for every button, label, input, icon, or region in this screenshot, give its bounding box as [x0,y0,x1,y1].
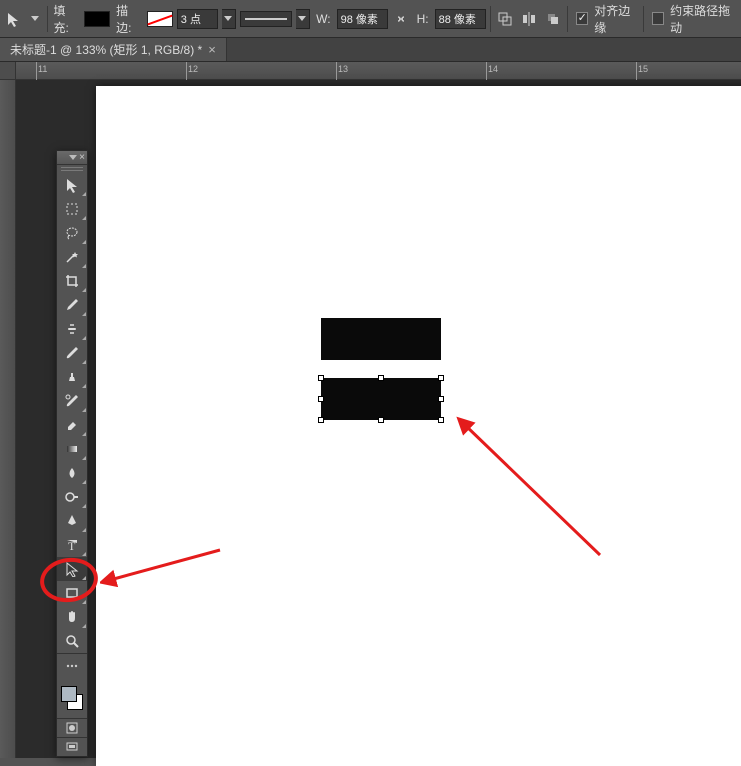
options-bar: 填充: 描边: 3 点 W: 98 像素 H: 88 像素 对齐边缘 约束路径拖… [0,0,741,38]
align-edges-checkbox-row[interactable]: 对齐边缘 [576,2,639,36]
quick-mask-icon[interactable] [57,719,87,737]
handle-top-left[interactable] [318,375,324,381]
stroke-width-dropdown[interactable] [222,9,237,29]
path-arrange-icon[interactable] [543,8,563,30]
healing-brush-tool[interactable] [57,317,87,341]
stroke-swatch[interactable] [147,11,173,27]
screen-mode-icon[interactable] [57,738,87,756]
fill-swatch[interactable] [84,11,110,27]
handle-bottom-right[interactable] [438,417,444,423]
stroke-style-dropdown[interactable] [240,11,291,27]
shape-rect-1[interactable] [321,318,441,360]
handle-mid-left[interactable] [318,396,324,402]
history-brush-tool[interactable] [57,389,87,413]
path-align-icon[interactable] [519,8,539,30]
marquee-tool[interactable] [57,197,87,221]
height-field[interactable]: 88 像素 [435,9,487,29]
stroke-style-arrow[interactable] [296,9,311,29]
dodge-tool[interactable] [57,485,87,509]
handle-bottom-mid[interactable] [378,417,384,423]
hand-tool[interactable] [57,605,87,629]
move-tool[interactable] [57,173,87,197]
gradient-tool[interactable] [57,437,87,461]
document-tab[interactable]: 未标题-1 @ 133% (矩形 1, RGB/8) * × [0,38,227,61]
constrain-label: 约束路径拖动 [670,2,735,36]
edit-toolbar-icon[interactable] [57,654,87,678]
color-swatches[interactable] [57,682,87,718]
stroke-width-field[interactable]: 3 点 [177,9,218,29]
link-wh-icon[interactable] [392,9,410,29]
document-canvas[interactable] [96,86,741,766]
brush-tool[interactable] [57,341,87,365]
magic-wand-tool[interactable] [57,245,87,269]
path-selection-tool[interactable] [57,557,87,581]
align-edges-checkbox[interactable] [576,12,588,25]
lasso-tool[interactable] [57,221,87,245]
blur-tool[interactable] [57,461,87,485]
svg-text:T: T [68,539,76,553]
eyedropper-tool[interactable] [57,293,87,317]
foreground-color-swatch[interactable] [61,686,77,702]
tab-title: 未标题-1 @ 133% (矩形 1, RGB/8) * [10,41,202,58]
panel-collapse-icon[interactable] [69,155,77,160]
panel-header: × [57,151,87,165]
type-tool[interactable]: T [57,533,87,557]
panel-close-icon[interactable]: × [79,153,85,163]
zoom-tool[interactable] [57,629,87,653]
document-tab-bar: 未标题-1 @ 133% (矩形 1, RGB/8) * × [0,38,741,62]
rectangle-tool[interactable] [57,581,87,605]
ruler-corner [0,62,16,80]
path-combine-icon[interactable] [495,8,515,30]
tab-close-icon[interactable]: × [208,42,216,57]
crop-tool[interactable] [57,269,87,293]
canvas-area [16,80,741,758]
handle-top-right[interactable] [438,375,444,381]
align-edges-label: 对齐边缘 [594,2,637,36]
tools-panel: × [56,150,88,757]
stroke-label: 描边: [116,2,141,36]
eraser-tool[interactable] [57,413,87,437]
pen-tool[interactable] [57,509,87,533]
width-field[interactable]: 98 像素 [337,9,389,29]
handle-top-mid[interactable] [378,375,384,381]
constrain-checkbox[interactable] [652,12,664,25]
fill-label: 填充: [54,2,79,36]
height-label: H: [417,12,429,26]
panel-grip[interactable] [57,165,87,173]
handle-mid-right[interactable] [438,396,444,402]
handle-bottom-left[interactable] [318,417,324,423]
shape-rect-2-selected[interactable] [321,378,441,420]
mode-dropdown[interactable] [28,9,43,29]
clone-stamp-tool[interactable] [57,365,87,389]
constrain-checkbox-row[interactable]: 约束路径拖动 [652,2,737,36]
horizontal-ruler: 11 12 13 14 15 [16,62,741,80]
vertical-ruler [0,80,16,758]
width-label: W: [316,12,330,26]
path-selection-mode-icon[interactable] [4,8,24,30]
